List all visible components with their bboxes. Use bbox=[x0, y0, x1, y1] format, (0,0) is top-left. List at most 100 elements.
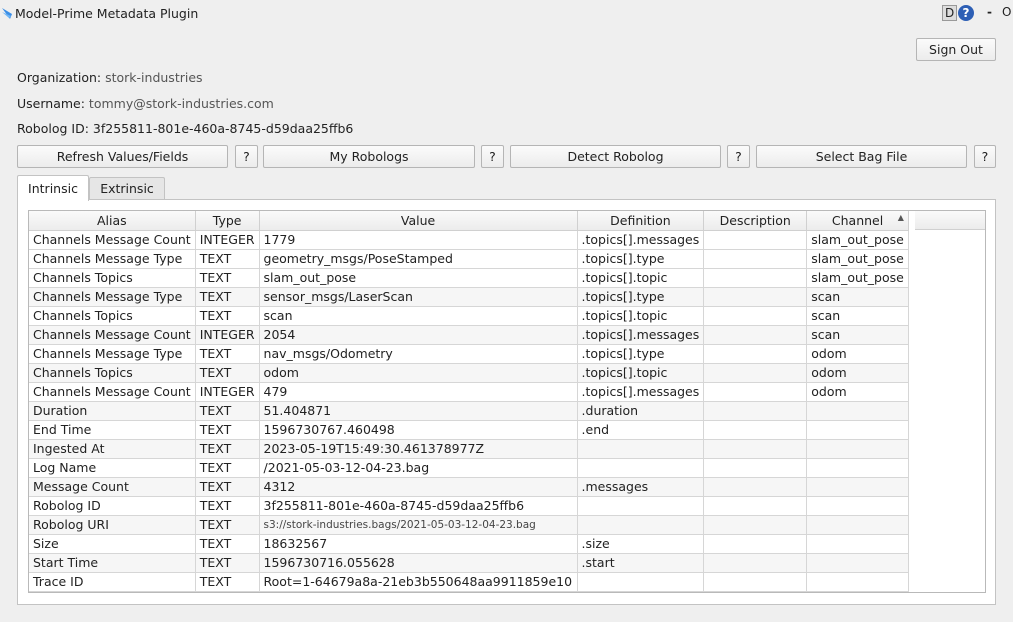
cell-alias[interactable]: Ingested At bbox=[29, 439, 196, 459]
cell-description[interactable] bbox=[703, 534, 808, 554]
cell-definition[interactable]: .end bbox=[577, 420, 705, 440]
sign-out-button[interactable]: Sign Out bbox=[916, 38, 996, 61]
cell-channel[interactable] bbox=[806, 534, 909, 554]
cell-definition[interactable] bbox=[577, 572, 705, 592]
cell-type[interactable]: TEXT bbox=[195, 572, 260, 592]
cell-channel[interactable] bbox=[806, 553, 909, 573]
cell-type[interactable]: TEXT bbox=[195, 268, 260, 288]
table-row[interactable]: Robolog ID TEXT 3f255811-801e-460a-8745-d5… bbox=[29, 496, 909, 516]
table-row[interactable]: Duration TEXT 51.404871 .duration bbox=[29, 401, 909, 421]
cell-type[interactable]: TEXT bbox=[195, 534, 260, 554]
cell-description[interactable] bbox=[703, 306, 808, 326]
table-row[interactable]: End Time TEXT 1596730767.460498 .end bbox=[29, 420, 909, 440]
cell-type[interactable]: TEXT bbox=[195, 553, 260, 573]
cell-channel[interactable] bbox=[806, 458, 909, 478]
cell-type[interactable]: INTEGER bbox=[195, 325, 260, 345]
cell-value[interactable]: 4312 bbox=[259, 477, 578, 497]
cell-value[interactable]: 1596730767.460498 bbox=[259, 420, 578, 440]
cell-description[interactable] bbox=[703, 553, 808, 573]
table-row[interactable]: Size TEXT 18632567 .size bbox=[29, 534, 909, 554]
cell-description[interactable] bbox=[703, 268, 808, 288]
cell-value[interactable]: sensor_msgs/LaserScan bbox=[259, 287, 578, 307]
cell-alias[interactable]: Channels Topics bbox=[29, 268, 196, 288]
cell-channel[interactable]: slam_out_pose bbox=[806, 249, 909, 269]
metadata-table[interactable]: Alias Type Value Definition Description … bbox=[28, 210, 986, 593]
cell-definition[interactable]: .duration bbox=[577, 401, 705, 421]
refresh-help-button[interactable]: ? bbox=[235, 145, 258, 168]
column-header-channel[interactable]: Channel ▲ bbox=[806, 211, 909, 231]
cell-alias[interactable]: Channels Message Count bbox=[29, 382, 196, 402]
cell-value[interactable]: scan bbox=[259, 306, 578, 326]
cell-definition[interactable] bbox=[577, 496, 705, 516]
cell-description[interactable] bbox=[703, 496, 808, 516]
cell-type[interactable]: TEXT bbox=[195, 306, 260, 326]
cell-channel[interactable] bbox=[806, 572, 909, 592]
cell-type[interactable]: TEXT bbox=[195, 401, 260, 421]
table-row[interactable]: Ingested At TEXT 2023-05-19T15:49:30.46137… bbox=[29, 439, 909, 459]
d-button[interactable]: D bbox=[942, 5, 958, 21]
cell-definition[interactable] bbox=[577, 439, 705, 459]
cell-description[interactable] bbox=[703, 230, 808, 250]
cell-type[interactable]: TEXT bbox=[195, 344, 260, 364]
cell-type[interactable]: INTEGER bbox=[195, 382, 260, 402]
cell-channel[interactable]: scan bbox=[806, 287, 909, 307]
cell-definition[interactable]: .topics[].type bbox=[577, 249, 705, 269]
cell-alias[interactable]: End Time bbox=[29, 420, 196, 440]
tab-intrinsic[interactable]: Intrinsic bbox=[17, 175, 89, 201]
cell-description[interactable] bbox=[703, 382, 808, 402]
cell-value[interactable]: 3f255811-801e-460a-8745-d59daa25ffb6 bbox=[259, 496, 578, 516]
cell-alias[interactable]: Channels Message Type bbox=[29, 287, 196, 307]
column-header-alias[interactable]: Alias bbox=[29, 211, 196, 231]
cell-alias[interactable]: Robolog ID bbox=[29, 496, 196, 516]
select-bag-help-button[interactable]: ? bbox=[974, 145, 996, 168]
cell-channel[interactable]: odom bbox=[806, 344, 909, 364]
cell-value[interactable]: 1779 bbox=[259, 230, 578, 250]
cell-channel[interactable] bbox=[806, 477, 909, 497]
cell-type[interactable]: TEXT bbox=[195, 287, 260, 307]
cell-description[interactable] bbox=[703, 363, 808, 383]
cell-definition[interactable]: .topics[].topic bbox=[577, 306, 705, 326]
cell-definition[interactable]: .start bbox=[577, 553, 705, 573]
cell-alias[interactable]: Channels Message Type bbox=[29, 344, 196, 364]
cell-description[interactable] bbox=[703, 572, 808, 592]
cell-channel[interactable]: slam_out_pose bbox=[806, 230, 909, 250]
cell-alias[interactable]: Trace ID bbox=[29, 572, 196, 592]
cell-alias[interactable]: Channels Message Type bbox=[29, 249, 196, 269]
table-row[interactable]: Message Count TEXT 4312 .messages bbox=[29, 477, 909, 497]
cell-description[interactable] bbox=[703, 477, 808, 497]
cell-definition[interactable] bbox=[577, 458, 705, 478]
maximize-button[interactable]: O bbox=[1002, 5, 1011, 19]
cell-definition[interactable]: .topics[].topic bbox=[577, 268, 705, 288]
column-header-definition[interactable]: Definition bbox=[577, 211, 705, 231]
table-row[interactable]: Start Time TEXT 1596730716.055628 .start bbox=[29, 553, 909, 573]
cell-definition[interactable]: .messages bbox=[577, 477, 705, 497]
cell-description[interactable] bbox=[703, 420, 808, 440]
table-row[interactable]: Channels Topics TEXT slam_out_pose .topics[… bbox=[29, 268, 909, 288]
cell-alias[interactable]: Start Time bbox=[29, 553, 196, 573]
cell-value[interactable]: 479 bbox=[259, 382, 578, 402]
cell-value[interactable]: nav_msgs/Odometry bbox=[259, 344, 578, 364]
detect-robolog-button[interactable]: Detect Robolog bbox=[510, 145, 721, 168]
cell-value[interactable]: Root=1-64679a8a-21eb3b550648aa9911859e10 bbox=[259, 572, 578, 592]
cell-description[interactable] bbox=[703, 401, 808, 421]
column-header-type[interactable]: Type bbox=[195, 211, 260, 231]
cell-description[interactable] bbox=[703, 458, 808, 478]
cell-channel[interactable]: slam_out_pose bbox=[806, 268, 909, 288]
cell-type[interactable]: TEXT bbox=[195, 458, 260, 478]
cell-alias[interactable]: Channels Topics bbox=[29, 306, 196, 326]
column-header-value[interactable]: Value bbox=[259, 211, 578, 231]
cell-description[interactable] bbox=[703, 515, 808, 535]
select-bag-button[interactable]: Select Bag File bbox=[756, 145, 967, 168]
cell-channel[interactable]: odom bbox=[806, 363, 909, 383]
table-row[interactable]: Channels Message Type TEXT nav_msgs/Odomet… bbox=[29, 344, 909, 364]
cell-channel[interactable] bbox=[806, 496, 909, 516]
table-row[interactable]: Channels Topics TEXT odom .topics[].topic od… bbox=[29, 363, 909, 383]
cell-definition[interactable]: .topics[].messages bbox=[577, 230, 705, 250]
table-row[interactable]: Channels Message Count INTEGER 1779 .topics… bbox=[29, 230, 909, 250]
cell-definition[interactable]: .size bbox=[577, 534, 705, 554]
cell-description[interactable] bbox=[703, 287, 808, 307]
my-robologs-help-button[interactable]: ? bbox=[481, 145, 504, 168]
tab-extrinsic[interactable]: Extrinsic bbox=[89, 177, 165, 199]
cell-value[interactable]: 1596730716.055628 bbox=[259, 553, 578, 573]
column-header-description[interactable]: Description bbox=[703, 211, 808, 231]
